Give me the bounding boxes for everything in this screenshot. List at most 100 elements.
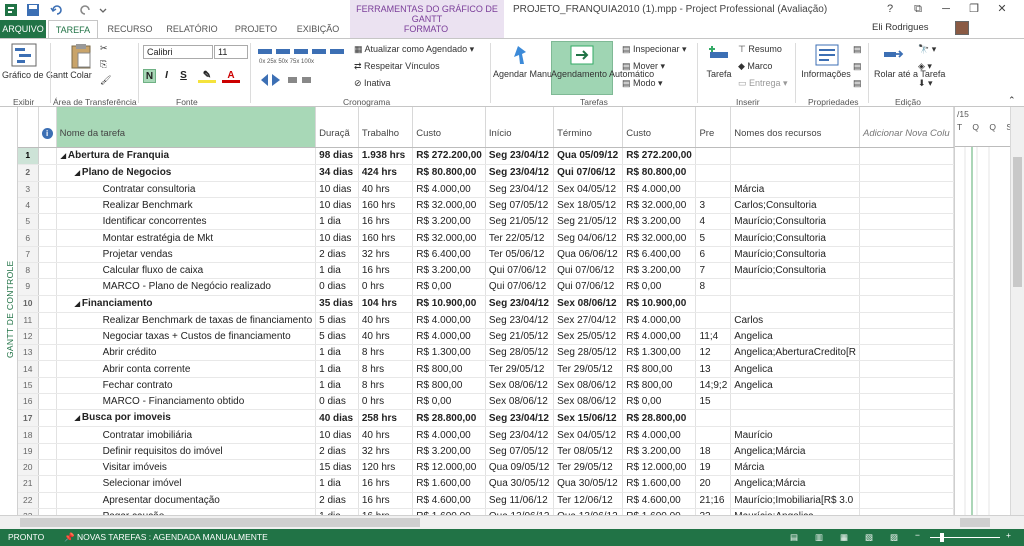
- select-all-cell[interactable]: [18, 107, 39, 148]
- horizontal-scrollbar[interactable]: [0, 515, 1024, 529]
- inactivate-button[interactable]: ⊘ Inativa: [354, 78, 391, 89]
- predecessors-cell[interactable]: 8: [695, 278, 732, 296]
- cost-2-cell[interactable]: R$ 1.300,00: [622, 344, 697, 362]
- zoom-slider[interactable]: [930, 533, 1000, 542]
- work-cell[interactable]: 0 hrs: [358, 393, 414, 411]
- add-column-cell[interactable]: [859, 164, 954, 182]
- start-cell[interactable]: Qui 07/06/12: [485, 278, 555, 296]
- finish-cell[interactable]: Qua 30/05/12: [553, 475, 624, 493]
- work-cell[interactable]: 424 hrs: [358, 164, 414, 182]
- resources-cell[interactable]: Maurício;Consultoria: [730, 246, 860, 263]
- duration-cell[interactable]: 5 dias: [315, 312, 359, 329]
- work-cell[interactable]: 160 hrs: [358, 229, 414, 247]
- table-row[interactable]: 10 ◢ Financiamento 35 dias 104 hrs R$ 10.900…: [18, 295, 954, 313]
- indicator-cell[interactable]: [38, 426, 57, 444]
- task-name-cell[interactable]: ◢ Financiamento: [56, 295, 317, 313]
- task-name-cell[interactable]: Visitar imóveis: [56, 459, 317, 477]
- cost-2-cell[interactable]: R$ 272.200,00: [622, 147, 697, 165]
- start-cell[interactable]: Seg 23/04/12: [485, 426, 555, 444]
- highlight-color-icon[interactable]: ✎: [198, 69, 216, 83]
- add-column-cell[interactable]: [859, 492, 954, 509]
- predecessors-cell[interactable]: [695, 164, 732, 182]
- add-column-cell[interactable]: [859, 475, 954, 493]
- finish-cell[interactable]: Sex 15/06/12: [553, 409, 624, 428]
- resources-cell[interactable]: Angelica: [730, 328, 860, 346]
- resources-cell[interactable]: Angelica: [730, 377, 860, 395]
- finish-cell[interactable]: Qua 13/06/12: [553, 508, 624, 515]
- add-column-cell[interactable]: [859, 328, 954, 346]
- work-cell[interactable]: 0 hrs: [358, 278, 414, 296]
- cost-2-cell[interactable]: R$ 32.000,00: [622, 197, 697, 215]
- table-row[interactable]: 11 Realizar Benchmark de taxas de financi…: [18, 312, 954, 329]
- resources-cell[interactable]: Maurício;Consultoria: [730, 229, 860, 247]
- mode-button[interactable]: ▤ Modo ▾: [622, 78, 663, 89]
- finish-cell[interactable]: Seg 21/05/12: [553, 213, 624, 231]
- table-row[interactable]: 3 Contratar consultoria 10 dias 40 hrs R$ 4.…: [18, 181, 954, 198]
- task-name-cell[interactable]: Contratar imobiliária: [56, 426, 317, 444]
- maximize-icon[interactable]: ❐: [960, 2, 988, 15]
- predecessors-cell[interactable]: 18: [695, 443, 732, 460]
- column-header-start[interactable]: Início: [485, 107, 555, 148]
- table-row[interactable]: 5 Identificar concorrentes 1 dia 16 hrs R$ 3…: [18, 213, 954, 231]
- work-cell[interactable]: 16 hrs: [358, 475, 414, 493]
- resources-cell[interactable]: [730, 295, 860, 313]
- indicator-cell[interactable]: [38, 409, 57, 428]
- predecessors-cell[interactable]: [695, 147, 732, 165]
- add-column-cell[interactable]: [859, 295, 954, 313]
- finish-cell[interactable]: Qui 07/06/12: [553, 164, 624, 182]
- predecessors-cell[interactable]: 4: [695, 213, 732, 231]
- column-header-finish[interactable]: Término: [553, 107, 624, 148]
- minimize-icon[interactable]: ─: [932, 3, 960, 15]
- duration-cell[interactable]: 1 dia: [315, 344, 359, 362]
- add-column-cell[interactable]: [859, 443, 954, 460]
- start-cell[interactable]: Seg 21/05/12: [485, 328, 555, 346]
- resources-cell[interactable]: Márcia: [730, 459, 860, 477]
- task-name-cell[interactable]: Abrir crédito: [56, 344, 317, 362]
- row-id[interactable]: 8: [18, 262, 39, 280]
- resources-cell[interactable]: Angelica;AberturaCredito[R: [730, 344, 860, 362]
- predecessors-cell[interactable]: 6: [695, 246, 732, 263]
- cost-2-cell[interactable]: R$ 12.000,00: [622, 459, 697, 477]
- task-usage-icon[interactable]: ▥: [815, 532, 823, 543]
- notes-icon[interactable]: ▤: [853, 44, 862, 55]
- cost-cell[interactable]: R$ 80.800,00: [412, 164, 486, 182]
- row-id[interactable]: 1: [18, 147, 39, 165]
- resources-cell[interactable]: [730, 164, 860, 182]
- row-id[interactable]: 10: [18, 295, 39, 313]
- finish-cell[interactable]: Qui 07/06/12: [553, 278, 624, 296]
- cost-2-cell[interactable]: R$ 32.000,00: [622, 229, 697, 247]
- work-cell[interactable]: 258 hrs: [358, 409, 414, 428]
- work-cell[interactable]: 32 hrs: [358, 246, 414, 263]
- finish-cell[interactable]: Sex 25/05/12: [553, 328, 624, 346]
- zoom-in-icon[interactable]: +: [1006, 530, 1011, 540]
- scroll-thumb-table[interactable]: [20, 518, 420, 527]
- column-header-predecessors[interactable]: Pre: [695, 107, 732, 148]
- cost-2-cell[interactable]: R$ 3.200,00: [622, 262, 697, 280]
- cost-cell[interactable]: R$ 1.300,00: [412, 344, 486, 362]
- task-name-cell[interactable]: Contratar consultoria: [56, 181, 317, 198]
- row-id[interactable]: 2: [18, 164, 39, 182]
- duration-cell[interactable]: 1 dia: [315, 213, 359, 231]
- work-cell[interactable]: 40 hrs: [358, 181, 414, 198]
- details-icon[interactable]: ▤: [853, 61, 862, 72]
- cost-cell[interactable]: R$ 1.600,00: [412, 508, 486, 515]
- zoom-thumb[interactable]: [940, 533, 944, 542]
- cost-2-cell[interactable]: R$ 6.400,00: [622, 246, 697, 263]
- table-row[interactable]: 19 Definir requisitos do imóvel 2 dias 32 h…: [18, 443, 954, 460]
- cost-2-cell[interactable]: R$ 4.000,00: [622, 328, 697, 346]
- add-column-cell[interactable]: [859, 246, 954, 263]
- resources-cell[interactable]: Maurício;Consultoria: [730, 213, 860, 231]
- task-name-cell[interactable]: MARCO - Financiamento obtido: [56, 393, 317, 411]
- predecessors-cell[interactable]: [695, 426, 732, 444]
- duration-cell[interactable]: 35 dias: [315, 295, 359, 313]
- work-cell[interactable]: 104 hrs: [358, 295, 414, 313]
- row-id[interactable]: 11: [18, 312, 39, 329]
- copy-icon[interactable]: ⎘: [100, 59, 107, 70]
- cost-2-cell[interactable]: R$ 3.200,00: [622, 213, 697, 231]
- duration-cell[interactable]: 2 dias: [315, 492, 359, 509]
- resources-cell[interactable]: Angelica: [730, 360, 860, 378]
- cost-cell[interactable]: R$ 4.000,00: [412, 426, 486, 444]
- cost-2-cell[interactable]: R$ 800,00: [622, 360, 697, 378]
- report-icon[interactable]: ▨: [890, 532, 898, 543]
- cost-cell[interactable]: R$ 3.200,00: [412, 213, 486, 231]
